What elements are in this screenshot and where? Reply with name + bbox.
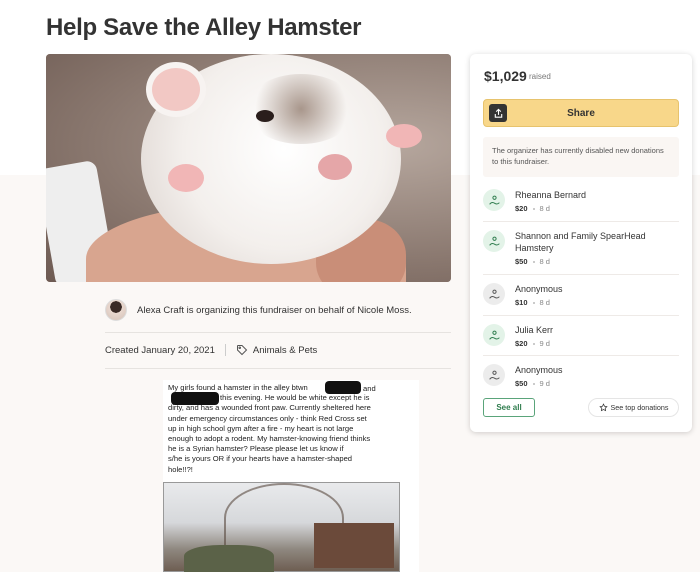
- story-line: up in high school gym after a fire - my …: [168, 423, 354, 433]
- story-photo: [163, 482, 400, 572]
- donor-name: Anonymous: [515, 365, 563, 375]
- divider: [105, 332, 451, 333]
- donor-name: Julia Kerr: [515, 325, 554, 335]
- donation-sidebar-card: $1,029 raised Share The organizer has cu…: [470, 54, 692, 432]
- story-line: he is a Syrian hamster? Please please le…: [168, 444, 344, 454]
- donor-name: Rheanna Bernard: [515, 190, 587, 200]
- donor-avatar: [483, 230, 505, 252]
- donation-time: 9 d: [539, 379, 550, 388]
- story-screenshot-image: My girls found a hamster in the alley bt…: [163, 380, 419, 572]
- donation-item: Anonymous $10 8 d: [483, 283, 679, 307]
- raised-label: raised: [529, 72, 551, 81]
- story-line: hole!!?!: [168, 464, 193, 474]
- donor-avatar: [483, 189, 505, 211]
- donation-time: 8 d: [539, 257, 550, 266]
- donation-amount: $10: [515, 298, 528, 307]
- redaction-box: [171, 392, 219, 405]
- donor-avatar: [483, 364, 505, 386]
- divider: [483, 221, 679, 222]
- page-title: Help Save the Alley Hamster: [46, 14, 362, 41]
- story-line: under emergency circumstances only - thi…: [168, 413, 367, 423]
- donor-hands-icon: [488, 370, 500, 380]
- donation-amount: $50: [515, 379, 528, 388]
- donation-item: Shannon and Family SpearHead Hamstery $5…: [483, 230, 679, 266]
- see-all-button[interactable]: See all: [483, 398, 535, 417]
- donation-amount: $20: [515, 339, 528, 348]
- fundraiser-meta: Created January 20, 2021 Animals & Pets: [105, 340, 451, 360]
- share-label: Share: [567, 107, 595, 119]
- donation-item: Julia Kerr $20 9 d: [483, 324, 679, 348]
- category-link[interactable]: Animals & Pets: [253, 345, 317, 356]
- redaction-box: [325, 381, 361, 394]
- donation-time: 9 d: [539, 339, 550, 348]
- donor-hands-icon: [488, 289, 500, 299]
- donor-hands-icon: [488, 195, 500, 205]
- see-top-donations-button[interactable]: See top donations: [588, 398, 679, 417]
- organizer-avatar[interactable]: [105, 299, 127, 321]
- story-line: s/he is yours OR if your hearts have a h…: [168, 454, 353, 464]
- donor-hands-icon: [488, 330, 500, 340]
- donor-name: Shannon and Family SpearHead Hamstery: [515, 231, 646, 253]
- star-icon: [598, 403, 608, 412]
- created-date: Created January 20, 2021: [105, 344, 215, 356]
- divider: [483, 274, 679, 275]
- donor-name: Anonymous: [515, 284, 563, 294]
- divider: [483, 315, 679, 316]
- donation-amount: $50: [515, 257, 528, 266]
- donation-time: 8 d: [539, 204, 550, 213]
- donations-disabled-notice: The organizer has currently disabled new…: [483, 137, 679, 177]
- donor-avatar: [483, 324, 505, 346]
- donor-avatar: [483, 283, 505, 305]
- organizer-text: Alexa Craft is organizing this fundraise…: [137, 304, 412, 316]
- donor-hands-icon: [488, 236, 500, 246]
- divider: [105, 368, 451, 369]
- donation-amount: $20: [515, 204, 528, 213]
- divider: [483, 355, 679, 356]
- donation-item: Anonymous $50 9 d: [483, 364, 679, 388]
- hero-image-hamster: [46, 54, 451, 282]
- donation-time: 8 d: [539, 298, 550, 307]
- tag-icon: [236, 345, 248, 356]
- share-button[interactable]: Share: [483, 99, 679, 127]
- amount-raised: $1,029: [484, 68, 527, 84]
- share-icon: [489, 104, 507, 122]
- donation-item: Rheanna Bernard $20 8 d: [483, 189, 679, 213]
- meta-separator: [224, 344, 226, 356]
- see-top-label: See top donations: [610, 403, 669, 412]
- organizer-row: Alexa Craft is organizing this fundraise…: [105, 296, 451, 324]
- story-and-word: and: [363, 384, 376, 393]
- story-line: enough to adopt a rodent. My hamster-kno…: [168, 434, 371, 444]
